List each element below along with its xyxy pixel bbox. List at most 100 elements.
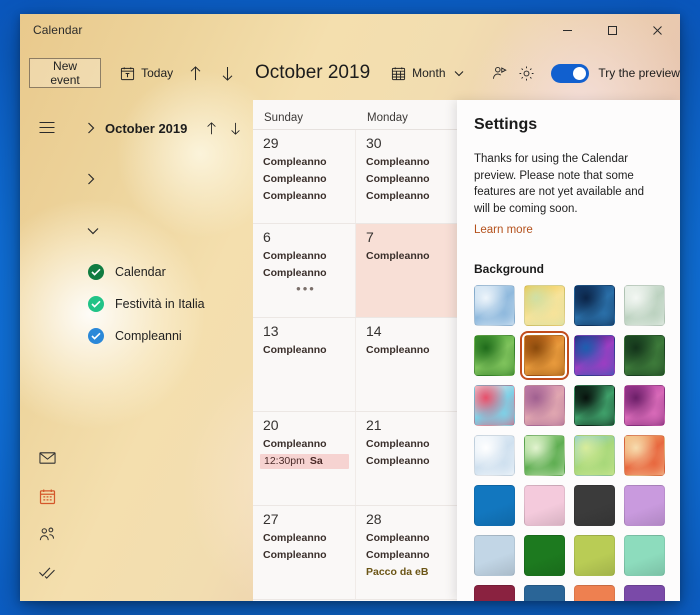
dark-forest-thumbnail[interactable] bbox=[624, 335, 665, 376]
event-title: Compleanno bbox=[263, 190, 327, 202]
calendar-event[interactable]: 12:30pmSa bbox=[260, 454, 349, 469]
mint-solid-thumbnail[interactable] bbox=[624, 535, 665, 576]
magenta-flower-thumbnail[interactable] bbox=[624, 385, 665, 426]
sidebar-month-label: October 2019 bbox=[105, 121, 187, 136]
event-title: Compleanno bbox=[366, 156, 430, 168]
sidebar-main: October 2019 Calend bbox=[73, 100, 253, 601]
orange-solid-thumbnail[interactable] bbox=[574, 585, 615, 601]
minimize-button[interactable] bbox=[545, 14, 590, 46]
sidebar-group-expanded[interactable] bbox=[73, 212, 253, 250]
window-controls bbox=[545, 14, 680, 46]
new-event-button[interactable]: New event bbox=[29, 58, 101, 88]
more-events-indicator[interactable]: ••• bbox=[263, 283, 349, 295]
calendar-icon[interactable] bbox=[27, 477, 67, 515]
calendar-event[interactable]: Compleanno bbox=[366, 189, 452, 204]
calendar-event[interactable]: Compleanno bbox=[263, 266, 349, 281]
preview-toggle-switch[interactable] bbox=[551, 64, 589, 83]
calendar-event[interactable]: Compleanno bbox=[366, 454, 452, 469]
calendar-event[interactable]: Compleanno bbox=[366, 172, 452, 187]
event-title: Compleanno bbox=[263, 549, 327, 561]
calendar-day-cell[interactable]: 7Compleanno bbox=[356, 224, 459, 317]
previous-period-button[interactable] bbox=[182, 56, 208, 90]
calendar-event[interactable]: Pacco da eB bbox=[366, 565, 452, 580]
toolbar: New event Today O bbox=[20, 46, 680, 100]
hamburger-icon[interactable] bbox=[27, 109, 67, 145]
gear-icon[interactable] bbox=[513, 56, 539, 90]
autumn-scarecrow-thumbnail[interactable] bbox=[624, 435, 665, 476]
mail-icon[interactable] bbox=[27, 439, 67, 477]
steel-blue-solid-thumbnail[interactable] bbox=[524, 585, 565, 601]
calendar-check-icon[interactable] bbox=[88, 264, 104, 280]
dark-gray-solid-thumbnail[interactable] bbox=[574, 485, 615, 526]
pale-foliage-thumbnail[interactable] bbox=[624, 285, 665, 326]
calendar-event[interactable]: Compleanno bbox=[366, 155, 452, 170]
calendar-event[interactable]: Compleanno bbox=[263, 531, 349, 546]
green-aurora-thumbnail[interactable] bbox=[574, 385, 615, 426]
chevron-right-icon[interactable] bbox=[87, 122, 105, 134]
todo-icon[interactable] bbox=[27, 553, 67, 591]
blue-solid-thumbnail[interactable] bbox=[474, 485, 515, 526]
spring-hills-thumbnail[interactable] bbox=[524, 435, 565, 476]
amber-dandelion-thumbnail[interactable] bbox=[524, 335, 565, 376]
light-pink-solid-thumbnail[interactable] bbox=[524, 485, 565, 526]
blue-wood-thumbnail[interactable] bbox=[574, 285, 615, 326]
yellow-green-solid-thumbnail[interactable] bbox=[574, 535, 615, 576]
event-title: Compleanno bbox=[366, 190, 430, 202]
calendar-check-icon[interactable] bbox=[88, 328, 104, 344]
calendar-event[interactable]: Compleanno bbox=[263, 155, 349, 170]
calendar-list-item[interactable]: Compleanni bbox=[73, 320, 253, 352]
today-button[interactable]: Today bbox=[111, 56, 182, 90]
calendar-day-cell[interactable]: 30CompleannoCompleannoCompleanno bbox=[356, 130, 459, 223]
next-period-button[interactable] bbox=[215, 56, 241, 90]
calendar-event[interactable]: Compleanno bbox=[366, 531, 452, 546]
dark-green-solid-thumbnail[interactable] bbox=[524, 535, 565, 576]
dark-red-solid-thumbnail[interactable] bbox=[474, 585, 515, 601]
calendar-day-cell[interactable]: 28CompleannoCompleannoPacco da eB bbox=[356, 506, 459, 599]
feedback-icon[interactable] bbox=[487, 56, 513, 90]
preview-toggle[interactable]: Try the preview bbox=[551, 64, 680, 83]
maximize-button[interactable] bbox=[590, 14, 635, 46]
toggle-knob bbox=[573, 67, 586, 80]
calendar-day-cell[interactable]: 14Compleanno bbox=[356, 318, 459, 411]
sidebar-prev-month-button[interactable] bbox=[199, 115, 223, 141]
sidebar-next-month-button[interactable] bbox=[223, 115, 247, 141]
light-purple-solid-thumbnail[interactable] bbox=[624, 485, 665, 526]
event-time: 12:30pm bbox=[264, 455, 305, 467]
close-button[interactable] bbox=[635, 14, 680, 46]
calendar-event[interactable]: Compleanno bbox=[366, 343, 452, 358]
calendar-day-cell[interactable]: 27CompleannoCompleanno bbox=[253, 506, 356, 599]
calendar-event[interactable]: Compleanno bbox=[263, 189, 349, 204]
calendar-day-cell[interactable]: 6CompleannoCompleanno••• bbox=[253, 224, 356, 317]
calendar-event[interactable]: Compleanno bbox=[366, 437, 452, 452]
mountain-snow-thumbnail[interactable] bbox=[474, 285, 515, 326]
calendar-event[interactable]: Compleanno bbox=[263, 437, 349, 452]
winter-snowman-thumbnail[interactable] bbox=[474, 435, 515, 476]
calendar-day-cell[interactable]: 21CompleannoCompleanno bbox=[356, 412, 459, 505]
learn-more-link[interactable]: Learn more bbox=[474, 224, 533, 236]
yellow-leaf-thumbnail[interactable] bbox=[524, 285, 565, 326]
calendar-list-item[interactable]: Calendar bbox=[73, 256, 253, 288]
calendar-event[interactable]: Compleanno bbox=[263, 343, 349, 358]
calendar-event[interactable]: Compleanno bbox=[263, 172, 349, 187]
calendar-event[interactable]: Compleanno bbox=[366, 249, 452, 264]
calendar-check-icon[interactable] bbox=[88, 296, 104, 312]
calendar-list-item-label: Calendar bbox=[115, 265, 166, 279]
purple-solid-thumbnail[interactable] bbox=[624, 585, 665, 601]
summer-field-thumbnail[interactable] bbox=[574, 435, 615, 476]
pink-texture-thumbnail[interactable] bbox=[524, 385, 565, 426]
calendar-day-cell[interactable]: 29CompleannoCompleannoCompleanno bbox=[253, 130, 356, 223]
pastel-swirl-thumbnail[interactable] bbox=[474, 385, 515, 426]
green-clover-thumbnail[interactable] bbox=[474, 335, 515, 376]
day-of-week-label: Monday bbox=[356, 100, 459, 129]
calendar-event[interactable]: Compleanno bbox=[263, 249, 349, 264]
sidebar-group-collapsed[interactable] bbox=[73, 160, 253, 198]
calendar-day-cell[interactable]: 13Compleanno bbox=[253, 318, 356, 411]
people-icon[interactable] bbox=[27, 515, 67, 553]
calendar-event[interactable]: Compleanno bbox=[366, 548, 452, 563]
calendar-event[interactable]: Compleanno bbox=[263, 548, 349, 563]
pale-blue-solid-thumbnail[interactable] bbox=[474, 535, 515, 576]
purple-aurora-thumbnail[interactable] bbox=[574, 335, 615, 376]
view-selector[interactable]: Month bbox=[382, 56, 472, 90]
calendar-list-item[interactable]: Festività in Italia bbox=[73, 288, 253, 320]
calendar-day-cell[interactable]: 20Compleanno12:30pmSa bbox=[253, 412, 356, 505]
